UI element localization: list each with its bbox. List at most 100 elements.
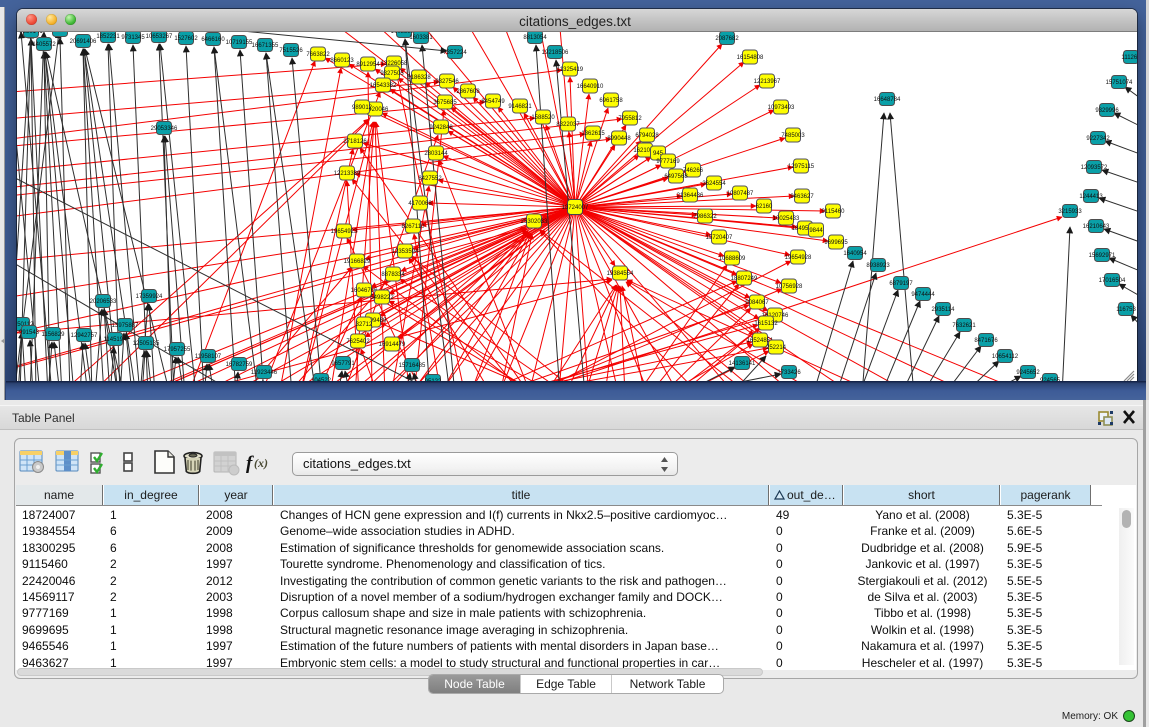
svg-text:4170068: 4170068: [408, 201, 432, 207]
svg-text:10654112: 10654112: [992, 354, 1019, 360]
svg-text:5498222: 5498222: [370, 295, 394, 301]
svg-text:15692971: 15692971: [1089, 253, 1116, 259]
svg-text:8471676: 8471676: [974, 338, 998, 344]
svg-text:19218506: 19218506: [542, 50, 569, 56]
svg-text:12942757: 12942757: [71, 333, 98, 339]
svg-text:8813054: 8813054: [523, 35, 547, 41]
svg-text:11958107: 11958107: [195, 354, 222, 360]
svg-text:8454749: 8454749: [481, 99, 505, 105]
svg-text:1362615: 1362615: [581, 131, 605, 137]
svg-text:9146821: 9146821: [508, 104, 532, 110]
svg-text:17957255: 17957255: [164, 347, 191, 353]
svg-text:6961758: 6961758: [599, 98, 623, 104]
svg-text:252214: 252214: [766, 345, 787, 351]
svg-text:9115460: 9115460: [822, 209, 846, 215]
svg-text:16648784: 16648784: [874, 97, 901, 103]
svg-text:20206533: 20206533: [90, 299, 117, 305]
svg-text:1244413: 1244413: [1079, 194, 1103, 200]
svg-text:16671355: 16671355: [252, 43, 279, 49]
svg-text:9227342: 9227342: [1086, 136, 1110, 142]
svg-text:32712: 32712: [356, 322, 373, 328]
svg-text:991543: 991543: [19, 330, 40, 336]
svg-text:15751074: 15751074: [1106, 80, 1133, 86]
svg-text:11923446: 11923446: [251, 370, 278, 376]
svg-text:9657791: 9657791: [331, 361, 355, 367]
svg-text:8427552: 8427552: [418, 176, 442, 182]
svg-text:9327546: 9327546: [435, 79, 459, 85]
svg-text:2803144: 2803144: [424, 151, 448, 157]
svg-text:7986322: 7986322: [693, 214, 717, 220]
svg-text:13975887: 13975887: [112, 323, 139, 329]
svg-text:8912954: 8912954: [356, 62, 380, 68]
svg-text:10719155: 10719155: [226, 40, 253, 46]
svg-text:1588520: 1588520: [531, 115, 555, 121]
svg-text:8322037: 8322037: [556, 122, 580, 128]
svg-text:9474444: 9474444: [911, 292, 935, 298]
svg-text:16640910: 16640910: [577, 84, 604, 90]
svg-text:9242848: 9242848: [429, 125, 453, 131]
svg-text:16210643: 16210643: [1083, 224, 1110, 230]
svg-text:9777169: 9777169: [656, 159, 680, 165]
svg-text:10807487: 10807487: [727, 191, 754, 197]
svg-text:9329996: 9329996: [1095, 108, 1119, 114]
svg-text:1603381: 1603381: [409, 35, 433, 41]
svg-text:7485003: 7485003: [781, 133, 805, 139]
svg-text:1405572: 1405572: [32, 42, 56, 48]
svg-text:62160: 62160: [756, 204, 773, 210]
svg-text:19654928: 19654928: [785, 255, 812, 261]
svg-text:1156829: 1156829: [42, 332, 66, 338]
svg-text:989012: 989012: [352, 105, 373, 111]
svg-text:8878334: 8878334: [381, 272, 405, 278]
svg-text:7663822: 7663822: [306, 52, 330, 58]
svg-text:1733426: 1733426: [777, 370, 801, 376]
svg-text:16782759: 16782759: [226, 362, 253, 368]
svg-text:12353594: 12353594: [392, 249, 419, 255]
svg-text:7625402: 7625402: [346, 339, 370, 345]
svg-text:18724007: 18724007: [562, 205, 589, 211]
svg-text:20691406: 20691406: [70, 39, 97, 45]
svg-text:9084067: 9084067: [745, 300, 769, 306]
svg-text:3624554: 3624554: [702, 181, 726, 187]
svg-text:17359924: 17359924: [136, 294, 163, 300]
svg-text:7515526: 7515526: [279, 48, 303, 54]
svg-text:8990448: 8990448: [607, 136, 631, 142]
svg-text:116753: 116753: [1116, 307, 1136, 313]
svg-text:9463627: 9463627: [790, 194, 814, 200]
svg-text:9731345: 9731345: [121, 35, 145, 41]
svg-text:7955812: 7955812: [618, 116, 642, 122]
svg-text:16543382: 16543382: [370, 83, 397, 89]
svg-text:1852231: 1852231: [96, 34, 120, 40]
svg-text:14136141: 14136141: [729, 361, 756, 367]
svg-text:19654923: 19654923: [331, 229, 358, 235]
svg-text:10756928: 10756928: [776, 284, 803, 290]
svg-text:8186328: 8186328: [407, 75, 431, 81]
svg-text:3675685: 3675685: [433, 100, 457, 106]
svg-text:9327505: 9327505: [380, 71, 404, 77]
svg-text:9245652: 9245652: [1016, 370, 1040, 376]
svg-text:10973493: 10973493: [768, 105, 795, 111]
svg-text:18807249: 18807249: [731, 276, 758, 282]
svg-text:12093572: 12093572: [1081, 165, 1108, 171]
svg-text:25302033: 25302033: [521, 219, 548, 225]
svg-text:21364436: 21364436: [677, 193, 704, 199]
svg-text:7632621: 7632621: [952, 323, 976, 329]
svg-text:9699695: 9699695: [824, 240, 848, 246]
svg-text:15720407: 15720407: [706, 235, 733, 241]
svg-text:1615132: 1615132: [754, 321, 778, 327]
svg-text:10025433: 10025433: [773, 216, 800, 222]
svg-text:10688609: 10688609: [719, 256, 746, 262]
svg-text:6466160: 6466160: [201, 37, 225, 43]
svg-text:8938923: 8938923: [866, 263, 890, 269]
svg-text:1963504: 1963504: [48, 32, 72, 34]
svg-text:12975115: 12975115: [788, 164, 815, 170]
svg-text:6794028: 6794028: [635, 133, 659, 139]
svg-text:12213967: 12213967: [754, 79, 781, 85]
svg-text:19166829: 19166829: [344, 259, 371, 265]
svg-text:29053346: 29053346: [151, 126, 178, 132]
svg-text:16914479: 16914479: [379, 342, 406, 348]
svg-text:9350141: 9350141: [19, 32, 43, 35]
svg-text:1145194: 1145194: [104, 337, 128, 343]
svg-text:8660123: 8660123: [330, 58, 354, 64]
svg-text:6497568: 6497568: [664, 174, 688, 180]
svg-text:12213389: 12213389: [334, 171, 361, 177]
